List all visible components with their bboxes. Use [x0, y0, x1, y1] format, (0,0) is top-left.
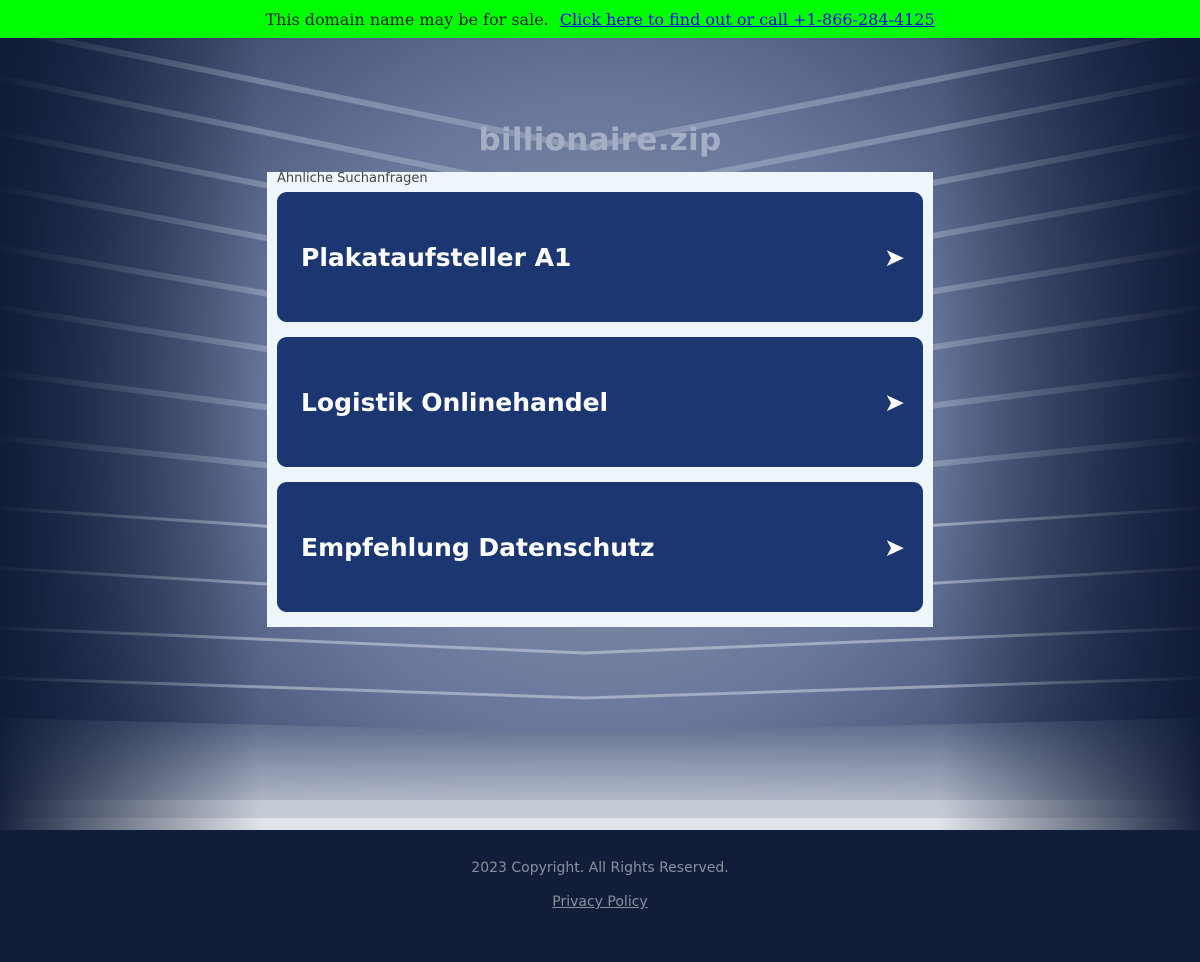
sale-banner: This domain name may be for sale. Click …: [0, 0, 1200, 38]
privacy-policy-container: Privacy Policy: [0, 894, 1200, 910]
copyright-text: 2023 Copyright. All Rights Reserved.: [471, 860, 729, 876]
related-search-label: Plakataufsteller A1: [301, 242, 572, 272]
footer: 2023 Copyright. All Rights Reserved. Pri…: [0, 830, 1200, 962]
arrow-right-icon: ➤: [884, 242, 905, 272]
related-searches-heading: Ähnliche Suchanfragen: [277, 171, 428, 186]
sale-banner-text: This domain name may be for sale.: [265, 9, 549, 29]
related-search-link[interactable]: Logistik Onlinehandel ➤: [277, 337, 923, 467]
related-search-label: Empfehlung Datenschutz: [301, 532, 655, 562]
arrow-right-icon: ➤: [884, 532, 905, 562]
related-searches-panel: Ähnliche Suchanfragen Plakataufsteller A…: [267, 172, 933, 627]
related-search-link[interactable]: Plakataufsteller A1 ➤: [277, 192, 923, 322]
site-title: billionaire.zip: [478, 122, 722, 158]
privacy-policy-link[interactable]: Privacy Policy: [552, 894, 647, 910]
sale-banner-link[interactable]: Click here to find out or call +1-866-28…: [560, 10, 935, 29]
related-search-link[interactable]: Empfehlung Datenschutz ➤: [277, 482, 923, 612]
related-search-label: Logistik Onlinehandel: [301, 387, 609, 417]
arrow-right-icon: ➤: [884, 387, 905, 417]
